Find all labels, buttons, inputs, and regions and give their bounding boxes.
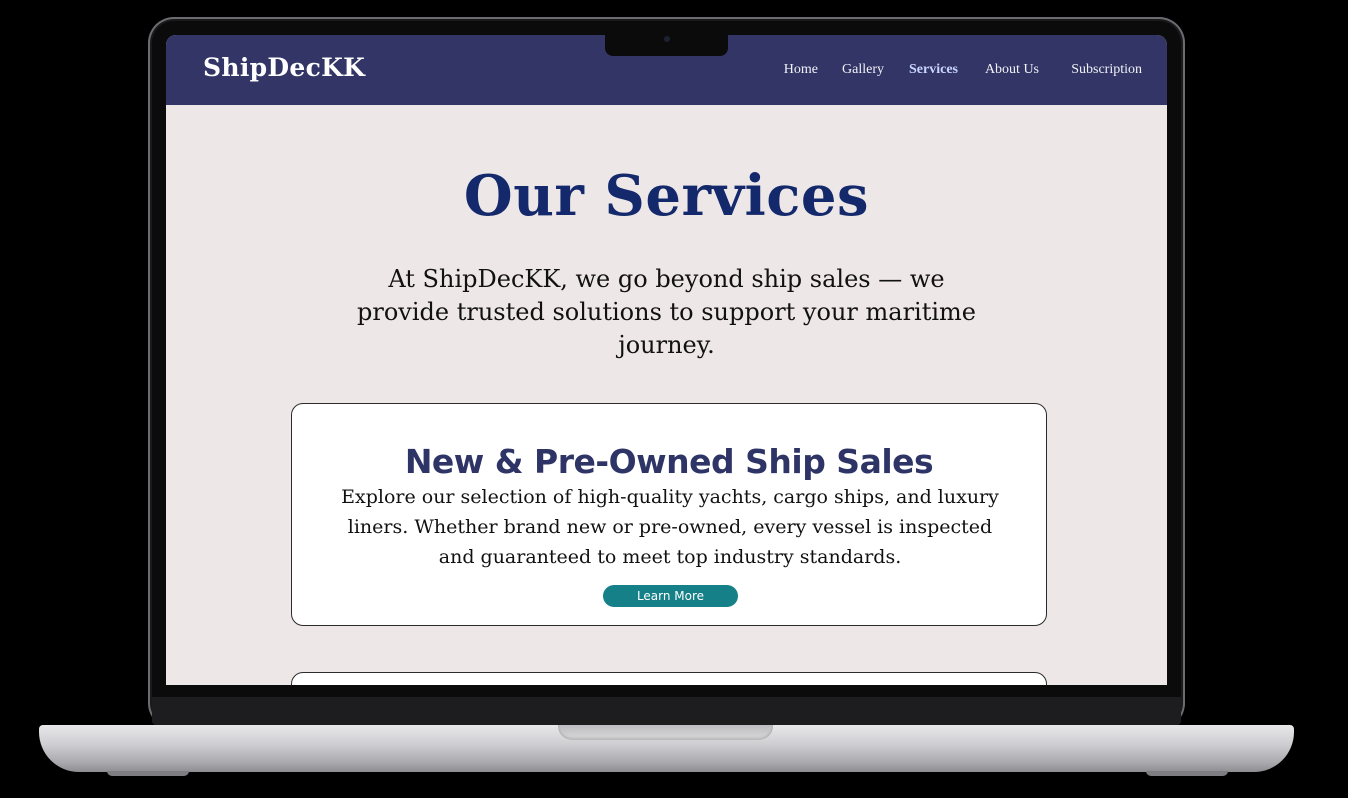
service-card-text: Explore our selection of high-quality ya…: [341, 486, 999, 568]
service-card-title: New & Pre-Owned Ship Sales: [404, 442, 934, 481]
page-intro: At ShipDecKK, we go beyond ship sales — …: [357, 265, 976, 359]
browser-viewport: ShipDecKK Home Gallery Services About Us…: [166, 35, 1167, 685]
laptop-opening-notch: [558, 725, 773, 740]
nav-link-subscription[interactable]: Subscription: [1071, 62, 1142, 78]
learn-more-button[interactable]: Learn More: [603, 585, 738, 607]
service-card-ship-sales: New & Pre-Owned Ship Sales Explore our s…: [291, 403, 1047, 626]
nav-link-gallery[interactable]: Gallery: [842, 62, 884, 78]
service-card-next: [291, 672, 1047, 685]
page-title: Our Services: [463, 163, 870, 229]
laptop-chin: [152, 697, 1181, 725]
nav-link-home[interactable]: Home: [784, 62, 818, 78]
laptop-foot-left: [107, 771, 189, 776]
laptop-foot-right: [1146, 771, 1228, 776]
camera-icon: [664, 36, 670, 42]
site-logo[interactable]: ShipDecKK: [203, 53, 365, 82]
nav-link-services[interactable]: Services: [909, 62, 958, 78]
nav-link-about-us[interactable]: About Us: [985, 62, 1039, 78]
